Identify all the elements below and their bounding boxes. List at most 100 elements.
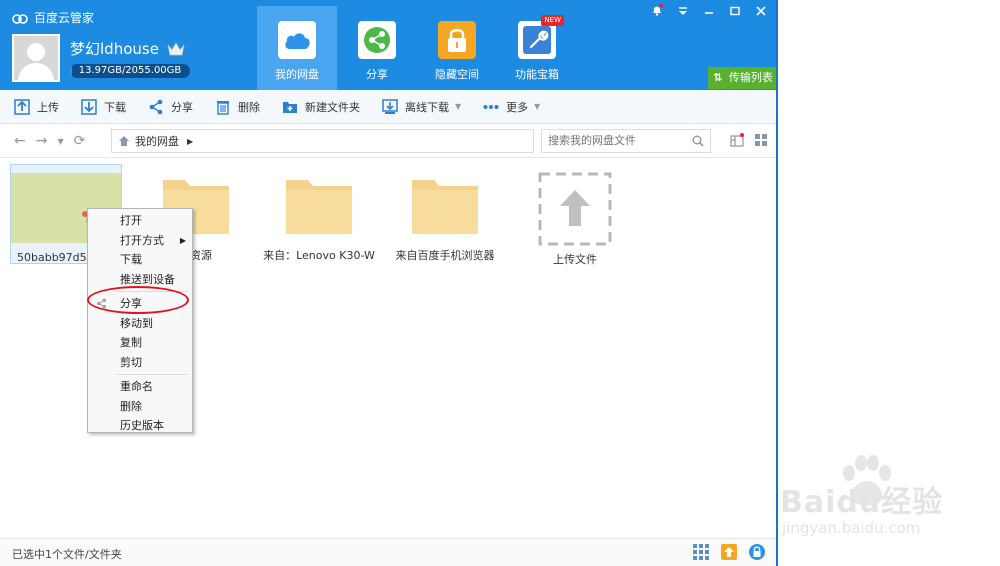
status-icons: [692, 543, 766, 561]
baidu-cloud-window: 百度云管家 梦幻ldhouse 13.97GB/2055.00GB 我的网盘 分…: [0, 0, 778, 566]
quota-text: 13.97GB/2055.00GB: [78, 65, 182, 76]
file-label: 来自百度手机浏览器: [395, 249, 495, 262]
app-title: 百度云管家: [12, 9, 94, 26]
vip-crown-icon[interactable]: [167, 41, 185, 57]
file-label: 来自：Lenovo K30-W: [263, 249, 375, 262]
search-box: [541, 129, 711, 153]
avatar[interactable]: [12, 34, 60, 82]
status-text: 已选中1个文件/文件夹: [12, 548, 122, 561]
download-label: 下载: [104, 100, 126, 114]
upload-icon: [14, 98, 30, 115]
list-view-icon[interactable]: [730, 133, 744, 147]
breadcrumb[interactable]: 我的网盘 ▶: [111, 129, 534, 153]
file-label: 上传文件: [553, 253, 597, 266]
trash-icon: [217, 100, 229, 115]
offline-download-button[interactable]: 离线下载 ▼: [382, 98, 462, 115]
lock-status-icon[interactable]: [748, 543, 766, 561]
breadcrumb-label: 我的网盘: [135, 135, 179, 148]
forward-arrow-icon[interactable]: →: [36, 133, 48, 149]
bell-icon[interactable]: [644, 2, 670, 24]
home-icon: [119, 136, 129, 146]
menu-item-history[interactable]: 历史版本: [88, 416, 192, 436]
maximize-icon[interactable]: [722, 2, 748, 24]
menu-item-delete[interactable]: 删除: [88, 397, 192, 417]
nav-hidden-space-label: 隐藏空间: [435, 68, 479, 81]
search-input[interactable]: [548, 134, 688, 147]
share-icon: [358, 21, 396, 59]
menu-item-cut[interactable]: 剪切: [88, 353, 192, 373]
address-bar: ← → ▼ ⟳ 我的网盘 ▶: [0, 124, 776, 158]
nav-share[interactable]: 分享: [337, 6, 417, 90]
file-item-folder[interactable]: 来自：Lenovo K30-W: [263, 172, 375, 272]
history-dropdown-icon[interactable]: ▼: [57, 137, 63, 146]
chevron-down-icon: ▼: [455, 102, 462, 111]
context-menu: 打开 打开方式 ▶ 下载 推送到设备 分享 移动到 复制 剪切 重命名 删除 历…: [87, 208, 193, 433]
new-folder-label: 新建文件夹: [305, 100, 360, 114]
upload-label: 上传: [37, 100, 59, 114]
menu-item-download[interactable]: 下载: [88, 250, 192, 270]
upload-arrow-icon: [538, 172, 612, 246]
watermark-url: jingyan.baidu.com: [782, 519, 921, 537]
download-icon: [81, 98, 97, 115]
username-text: 梦幻ldhouse: [70, 40, 159, 58]
nav-hidden-space[interactable]: 隐藏空间: [417, 6, 497, 90]
nav-my-disk[interactable]: 我的网盘: [257, 6, 337, 90]
share-button[interactable]: 分享: [148, 99, 193, 115]
view-switcher: [730, 133, 768, 147]
transfer-list-button[interactable]: ⇅ 传输列表: [708, 67, 776, 89]
share-label: 分享: [171, 100, 193, 114]
submenu-arrow-icon: ▶: [179, 235, 186, 245]
transfer-label: 传输列表: [728, 71, 773, 84]
minimize-icon[interactable]: [696, 2, 722, 24]
upload-button[interactable]: 上传: [14, 98, 59, 115]
share-small-icon: [149, 99, 163, 114]
menu-item-move-to[interactable]: 移动到: [88, 314, 192, 334]
app-title-text: 百度云管家: [34, 11, 95, 25]
back-arrow-icon[interactable]: ←: [14, 133, 26, 149]
download-button[interactable]: 下载: [81, 98, 126, 115]
nav-share-label: 分享: [366, 68, 388, 81]
grid-view-icon[interactable]: [754, 133, 768, 147]
menu-dropdown-icon[interactable]: [670, 2, 696, 24]
menu-item-open-with[interactable]: 打开方式 ▶: [88, 231, 192, 251]
delete-button[interactable]: 删除: [215, 99, 260, 115]
menu-item-rename[interactable]: 重命名: [88, 377, 192, 397]
transfer-icon: ⇅: [713, 71, 723, 84]
header: 百度云管家 梦幻ldhouse 13.97GB/2055.00GB 我的网盘 分…: [0, 0, 776, 90]
upload-status-icon[interactable]: [720, 543, 738, 561]
user-silhouette-icon: [18, 43, 54, 80]
watermark-brand: Baidu经验: [780, 485, 944, 520]
nav-toolbox[interactable]: NEW 功能宝箱: [497, 6, 577, 90]
upload-file-tile[interactable]: 上传文件: [519, 172, 631, 272]
apps-grid-icon[interactable]: [692, 543, 710, 561]
cloud-icon: [278, 21, 316, 59]
delete-label: 删除: [238, 100, 260, 114]
status-bar: 已选中1个文件/文件夹: [0, 538, 776, 566]
main-nav: 我的网盘 分享 隐藏空间 NEW 功能宝箱: [257, 6, 577, 90]
nav-toolbox-label: 功能宝箱: [515, 68, 559, 81]
new-folder-button[interactable]: 新建文件夹: [282, 99, 360, 115]
screen: 百度云管家 梦幻ldhouse 13.97GB/2055.00GB 我的网盘 分…: [0, 0, 1000, 566]
refresh-icon[interactable]: ⟳: [74, 133, 86, 149]
search-icon[interactable]: [692, 135, 704, 147]
menu-item-open-with-label: 打开方式: [120, 233, 164, 247]
more-dots-icon: [483, 104, 499, 109]
quota-bar: 13.97GB/2055.00GB: [70, 64, 190, 78]
new-badge: NEW: [541, 15, 564, 26]
username[interactable]: 梦幻ldhouse: [70, 38, 185, 59]
cloud-logo-icon: [12, 13, 28, 24]
more-label: 更多: [506, 100, 529, 114]
offline-download-icon: [382, 98, 398, 114]
more-button[interactable]: 更多 ▼: [483, 99, 540, 115]
new-folder-icon: [283, 101, 297, 113]
wrench-icon: NEW: [518, 15, 564, 59]
file-item-folder[interactable]: 来自百度手机浏览器: [389, 172, 501, 272]
baidu-jingyan-watermark: Baidu经验 jingyan.baidu.com: [780, 455, 1000, 545]
menu-item-open[interactable]: 打开: [88, 211, 192, 231]
breadcrumb-arrow-icon[interactable]: ▶: [187, 137, 193, 146]
nav-my-disk-label: 我的网盘: [275, 68, 319, 81]
lock-icon: [438, 21, 476, 59]
close-icon[interactable]: [748, 2, 774, 24]
folder-icon: [286, 180, 352, 234]
menu-item-copy[interactable]: 复制: [88, 333, 192, 353]
